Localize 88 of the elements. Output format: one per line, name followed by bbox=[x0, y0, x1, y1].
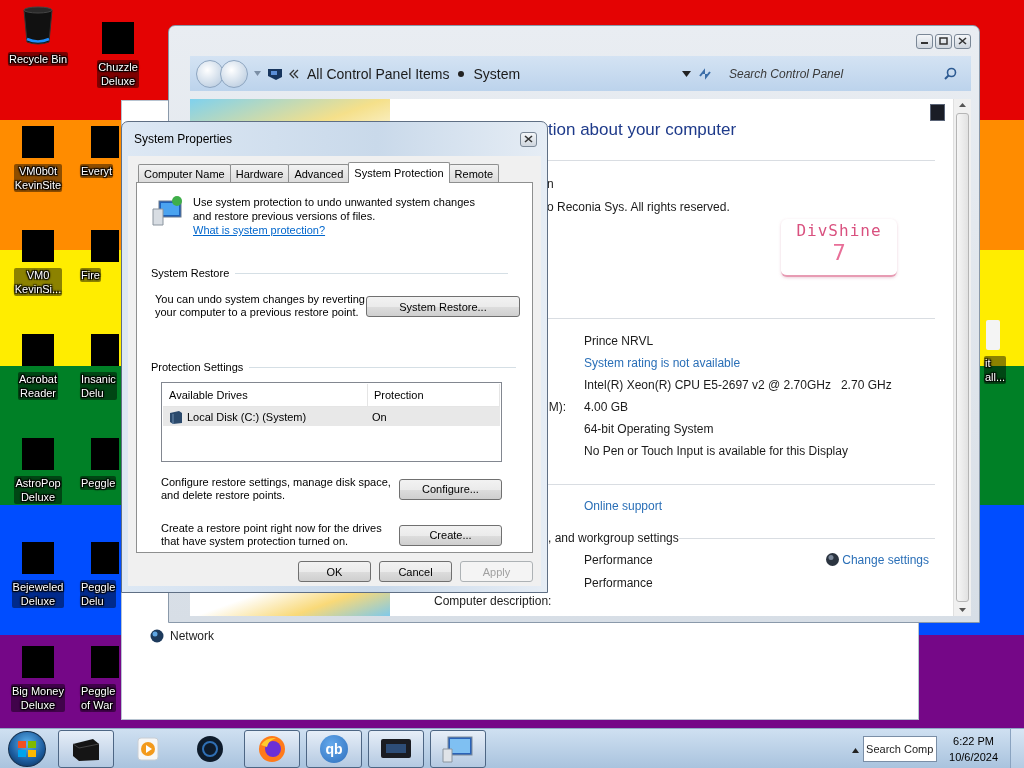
description-label: Computer description: bbox=[434, 594, 553, 608]
taskbar-app-button[interactable] bbox=[58, 729, 114, 768]
firefox-icon bbox=[258, 734, 286, 763]
globe-icon[interactable] bbox=[150, 629, 164, 643]
info-value: Performance bbox=[584, 552, 653, 567]
dark-sphere-icon bbox=[196, 734, 224, 763]
search-icon[interactable] bbox=[944, 67, 957, 80]
close-icon bbox=[524, 135, 533, 143]
breadcrumb[interactable]: System bbox=[473, 65, 521, 82]
desktop-icon-label[interactable]: Chuzzle Deluxe bbox=[97, 60, 139, 88]
maximize-icon bbox=[939, 37, 948, 45]
dialog-title: System Properties bbox=[134, 132, 233, 146]
up-arrow-icon bbox=[852, 748, 860, 753]
restore-description: You can undo system changes by reverting your computer to a previous restore point. bbox=[155, 293, 366, 319]
table-cell: On bbox=[372, 410, 387, 423]
page-heading: tion about your computer bbox=[548, 119, 738, 141]
monitor-icon bbox=[380, 736, 412, 761]
tab[interactable]: Advanced bbox=[288, 164, 350, 182]
close-button[interactable] bbox=[954, 33, 971, 49]
search-field[interactable]: Search Control Panel bbox=[727, 65, 944, 82]
info-value: Intel(R) Xeon(R) CPU E5-2697 v2 @ 2.70GHz 2.70 GHz bbox=[584, 378, 892, 392]
info-value: Prince NRVL bbox=[584, 334, 654, 348]
caret-icon[interactable] bbox=[254, 71, 261, 76]
info-label: M): bbox=[548, 400, 567, 414]
desktop-icon-label[interactable]: Peggle of War bbox=[80, 684, 117, 712]
tab[interactable]: Computer Name bbox=[138, 164, 231, 182]
computer-shield-icon bbox=[151, 195, 185, 227]
orb-icon bbox=[825, 552, 841, 567]
scroll-down-arrow-icon[interactable] bbox=[959, 608, 966, 612]
rating-link[interactable]: System rating is not available bbox=[584, 356, 741, 370]
start-logo-icon bbox=[17, 739, 37, 758]
logo-name: DivShine bbox=[796, 221, 882, 240]
tray-search-field[interactable]: Search Comp bbox=[863, 735, 938, 762]
action-button[interactable]: Configure... bbox=[399, 478, 502, 500]
dark-square-icon[interactable] bbox=[930, 104, 945, 121]
tab[interactable]: Hardware bbox=[229, 164, 290, 182]
desktop-icon-label[interactable]: Acrobat Reader bbox=[18, 372, 58, 400]
separator-dot-icon[interactable] bbox=[457, 69, 466, 78]
info-value: 4.00 GB bbox=[584, 400, 629, 414]
info-value: 64-bit Operating System bbox=[584, 422, 714, 436]
dialog-button[interactable]: Cancel bbox=[379, 561, 452, 582]
desktop-icon-label[interactable]: AstroPop Deluxe bbox=[14, 476, 62, 504]
taskbar-app-button[interactable] bbox=[368, 729, 424, 768]
scroll-up-arrow-icon[interactable] bbox=[959, 103, 966, 107]
chevron-icon[interactable] bbox=[289, 68, 299, 79]
trash-bin-icon bbox=[22, 6, 54, 46]
logo-version: 7 bbox=[832, 240, 846, 266]
computer-icon bbox=[442, 734, 474, 763]
desktop-icon-label[interactable]: Bejeweled Deluxe bbox=[11, 580, 65, 608]
forward-button[interactable] bbox=[220, 59, 248, 88]
support-link[interactable]: Online support bbox=[584, 499, 663, 513]
maximize-button[interactable] bbox=[935, 33, 952, 49]
section-heading: , and workgroup settings bbox=[548, 531, 679, 545]
group-heading: System Restore bbox=[151, 267, 230, 279]
copyright-text: n bbox=[547, 176, 555, 193]
control-panel-icon bbox=[267, 66, 283, 81]
system-restore-button[interactable]: System Restore... bbox=[366, 296, 520, 317]
action-description: Configure restore settings, manage disk space, and delete restore points. bbox=[161, 476, 392, 502]
media-player-icon bbox=[135, 735, 161, 762]
info-value: No Pen or Touch Input is available for this Display bbox=[584, 444, 848, 458]
intro-text: Use system protection to undo unwanted system changes and restore previous versions of files. What is system protection? bbox=[193, 195, 476, 237]
change-settings-link[interactable]: Change settings bbox=[825, 552, 929, 567]
nav-item[interactable]: Network bbox=[170, 629, 214, 643]
desktop-icon-label[interactable]: Big Money Deluxe bbox=[11, 684, 65, 712]
drive-row[interactable]: Local Disk (C:) (System) On bbox=[163, 407, 500, 426]
disk-drive-icon bbox=[169, 409, 183, 424]
close-icon bbox=[958, 37, 967, 45]
clock[interactable]: 6:22 PM 10/6/2024 bbox=[937, 732, 1010, 765]
copyright-text: o Reconia Sys. All rights reserved. bbox=[547, 199, 731, 216]
taskbar-app-button[interactable] bbox=[244, 729, 300, 768]
back-button[interactable] bbox=[196, 59, 224, 88]
action-description: Create a restore point right now for the drives that have system protection turned on. bbox=[161, 522, 383, 548]
help-link[interactable]: What is system protection? bbox=[193, 224, 326, 236]
start-button[interactable] bbox=[8, 730, 46, 767]
dialog-button[interactable]: OK bbox=[298, 561, 371, 582]
info-value: Performance bbox=[584, 575, 653, 590]
minimize-button[interactable] bbox=[916, 33, 933, 49]
breadcrumb[interactable]: All Control Panel Items bbox=[307, 65, 450, 82]
scrollbar[interactable] bbox=[953, 99, 971, 616]
table-cell: Local Disk (C:) (System) bbox=[187, 410, 307, 423]
dropdown-caret-icon[interactable] bbox=[682, 70, 691, 77]
group-heading: Protection Settings bbox=[151, 361, 244, 373]
qb-logo: qb bbox=[320, 734, 348, 763]
tab[interactable]: System Protection bbox=[348, 162, 450, 183]
action-button[interactable]: Create... bbox=[399, 524, 502, 546]
close-button[interactable] bbox=[520, 131, 537, 147]
show-desktop-button[interactable] bbox=[1010, 729, 1024, 768]
tab[interactable]: Remote bbox=[448, 164, 500, 182]
